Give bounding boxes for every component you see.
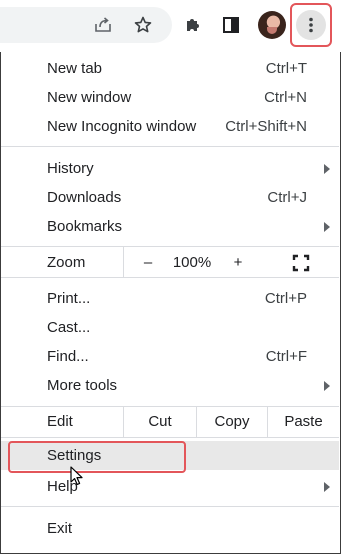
zoom-level-value: 100% — [172, 254, 212, 271]
menu-button-highlight — [290, 3, 332, 47]
menu-item-label: New tab — [47, 60, 103, 77]
menu-item-shortcut: Ctrl+N — [264, 89, 307, 106]
menu-item-shortcut: Ctrl+T — [265, 60, 307, 77]
submenu-arrow-icon — [324, 164, 330, 174]
star-icon[interactable] — [128, 10, 158, 40]
menu-item-more-tools[interactable]: More tools — [1, 371, 339, 400]
menu-item-find[interactable]: Find... Ctrl+F — [1, 342, 339, 371]
menu-item-shortcut: Ctrl+Shift+N — [225, 118, 307, 135]
zoom-out-button[interactable]: – — [133, 248, 163, 277]
extensions-icon[interactable] — [178, 10, 208, 40]
submenu-arrow-icon — [324, 482, 330, 492]
menu-item-shortcut: Ctrl+F — [265, 348, 307, 365]
menu-item-label: New Incognito window — [47, 118, 197, 135]
menu-separator — [1, 437, 339, 438]
profile-avatar[interactable] — [258, 11, 286, 39]
menu-item-shortcut: Ctrl+P — [264, 290, 307, 307]
fullscreen-icon[interactable] — [291, 253, 311, 273]
menu-item-new-incognito-window[interactable]: New Incognito window Ctrl+Shift+N — [1, 112, 339, 141]
menu-item-label: More tools — [47, 377, 118, 394]
menu-item-label: Bookmarks — [47, 218, 123, 235]
menu-item-label: New window — [47, 89, 132, 106]
menu-separator — [1, 146, 339, 147]
share-icon[interactable] — [88, 10, 118, 40]
menu-item-new-tab[interactable]: New tab Ctrl+T — [1, 54, 339, 83]
menu-item-exit[interactable]: Exit — [1, 514, 339, 543]
menu-item-label: History — [47, 160, 94, 177]
paste-button[interactable]: Paste — [268, 407, 339, 436]
copy-button[interactable]: Copy — [197, 407, 267, 436]
menu-separator — [1, 246, 339, 247]
zoom-divider — [123, 247, 124, 277]
menu-item-history[interactable]: History — [1, 154, 339, 183]
mouse-cursor-icon — [70, 466, 84, 491]
browser-toolbar — [0, 0, 341, 52]
menu-item-downloads[interactable]: Downloads Ctrl+J — [1, 183, 339, 212]
menu-item-label: Find... — [47, 348, 89, 365]
edit-label: Edit — [47, 413, 73, 430]
cut-button[interactable]: Cut — [124, 407, 196, 436]
menu-item-new-window[interactable]: New window Ctrl+N — [1, 83, 339, 112]
menu-item-cast[interactable]: Cast... — [1, 313, 339, 342]
side-panel-icon[interactable] — [216, 10, 246, 40]
menu-item-label: Cast... — [47, 319, 91, 336]
chrome-menu: New tab Ctrl+T New window Ctrl+N New Inc… — [1, 48, 339, 552]
menu-item-print[interactable]: Print... Ctrl+P — [1, 284, 339, 313]
menu-separator — [1, 277, 339, 278]
settings-highlight — [8, 441, 186, 473]
submenu-arrow-icon — [324, 222, 330, 232]
menu-item-help[interactable]: Help — [1, 472, 339, 501]
zoom-in-button[interactable]: + — [223, 248, 253, 277]
menu-item-label: Downloads — [47, 189, 122, 206]
menu-item-bookmarks[interactable]: Bookmarks — [1, 212, 339, 241]
menu-item-label: Print... — [47, 290, 91, 307]
menu-separator — [1, 506, 339, 507]
menu-item-shortcut: Ctrl+J — [267, 189, 307, 206]
zoom-label: Zoom — [47, 254, 86, 271]
submenu-arrow-icon — [324, 381, 330, 391]
menu-item-label: Exit — [47, 520, 73, 537]
